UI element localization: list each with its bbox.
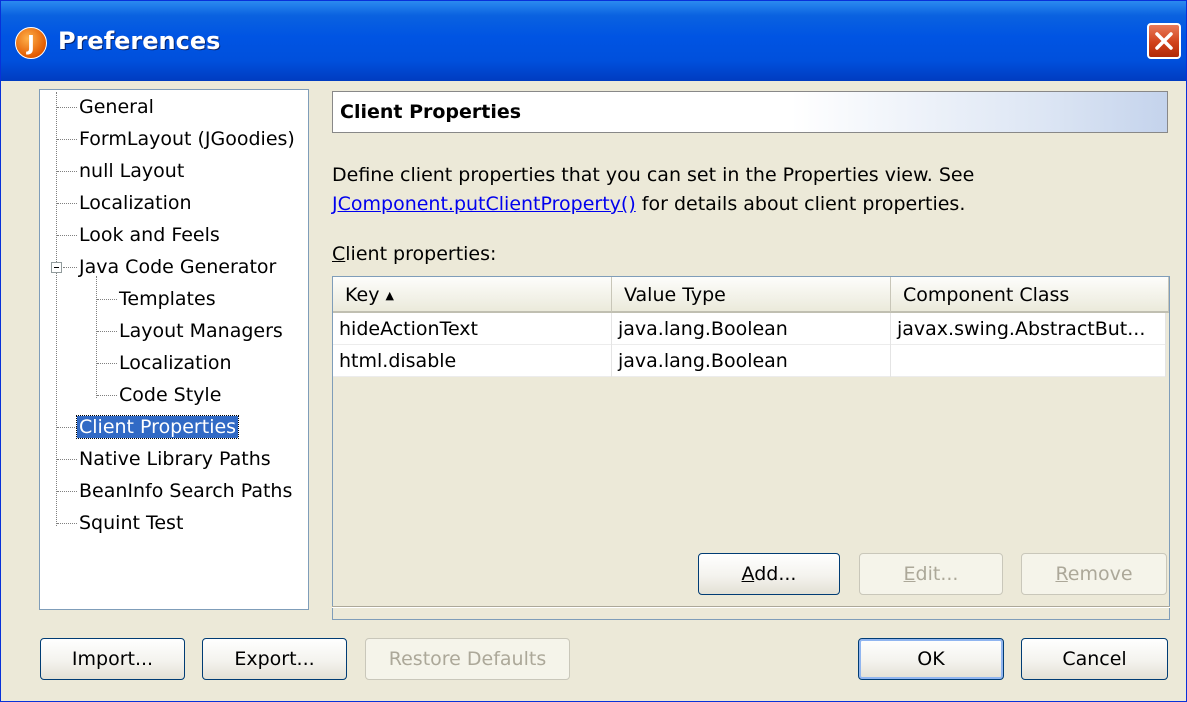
- tree-item-layout-managers[interactable]: Layout Managers: [117, 316, 285, 346]
- tree-item-java-code-generator[interactable]: Java Code Generator: [77, 252, 278, 282]
- button-label: dit...: [915, 563, 959, 585]
- tree-item-formlayout[interactable]: FormLayout (JGoodies): [77, 124, 297, 154]
- export-button[interactable]: Export...: [202, 638, 347, 680]
- tree-item-label: Client Properties: [75, 415, 240, 439]
- table-cell: javax.swing.AbstractBut...: [891, 313, 1166, 345]
- tree-item-label: BeanInfo Search Paths: [79, 480, 293, 502]
- tree-item-label: null Layout: [79, 160, 185, 182]
- tree-connector: [57, 459, 77, 460]
- table-cell: [891, 345, 1166, 377]
- mnemonic-char: A: [741, 563, 755, 585]
- column-header-value-type[interactable]: Value Type: [612, 277, 891, 313]
- tree-item-code-style[interactable]: Code Style: [117, 380, 223, 410]
- table-row[interactable]: html.disable java.lang.Boolean: [333, 345, 1166, 377]
- preferences-tree[interactable]: General FormLayout (JGoodies) null Layou…: [39, 89, 309, 610]
- tree-connector: [97, 299, 117, 300]
- tree-connector: [63, 267, 77, 268]
- tree-connector: [97, 363, 117, 364]
- panel-description: Define client properties that you can se…: [332, 161, 1172, 219]
- table-cell: html.disable: [333, 345, 612, 377]
- mnemonic-char: E: [903, 563, 916, 585]
- remove-button[interactable]: Remove: [1021, 553, 1167, 595]
- table-cell: java.lang.Boolean: [612, 345, 891, 377]
- mnemonic-char: C: [332, 243, 346, 265]
- window-title: Preferences: [58, 27, 221, 55]
- jcomponent-doc-link[interactable]: JComponent.putClientProperty(): [332, 193, 636, 215]
- tree-item-label: Layout Managers: [119, 320, 283, 342]
- tree-item-label: Templates: [119, 288, 216, 310]
- tree-connector: [57, 427, 77, 428]
- tree-item-general[interactable]: General: [77, 92, 156, 122]
- tree-connector: [57, 491, 77, 492]
- separator: [332, 606, 1170, 608]
- table-cell: java.lang.Boolean: [612, 313, 891, 345]
- close-button[interactable]: [1147, 23, 1181, 59]
- button-label: dd...: [754, 563, 797, 585]
- tree-connector: [57, 203, 77, 204]
- tree-item-look-and-feels[interactable]: Look and Feels: [77, 220, 222, 250]
- tree-item-null-layout[interactable]: null Layout: [77, 156, 186, 186]
- sort-ascending-icon: ▲: [385, 289, 394, 302]
- edit-button[interactable]: Edit...: [859, 553, 1003, 595]
- tree-item-label: Localization: [119, 352, 232, 374]
- restore-defaults-button[interactable]: Restore Defaults: [365, 638, 570, 680]
- label-text: lient properties:: [345, 243, 497, 265]
- column-header-label: Value Type: [624, 284, 726, 306]
- column-header-label: Key: [345, 284, 380, 306]
- title-bar[interactable]: J Preferences: [1, 1, 1186, 81]
- tree-item-beaninfo-search-paths[interactable]: BeanInfo Search Paths: [77, 476, 294, 506]
- tree-item-label: FormLayout (JGoodies): [79, 128, 295, 150]
- tree-item-label: Localization: [79, 192, 192, 214]
- tree-item-client-properties[interactable]: Client Properties: [75, 412, 240, 442]
- table-cell: hideActionText: [333, 313, 612, 345]
- collapse-toggle-icon[interactable]: [51, 262, 62, 273]
- ok-button[interactable]: OK: [858, 638, 1004, 680]
- cancel-button[interactable]: Cancel: [1021, 638, 1168, 680]
- tree-item-code-gen-localization[interactable]: Localization: [117, 348, 234, 378]
- tree-item-native-library-paths[interactable]: Native Library Paths: [77, 444, 273, 474]
- tree-item-squint-test[interactable]: Squint Test: [77, 508, 185, 538]
- panel-header: Client Properties: [332, 91, 1168, 133]
- column-header-label: Component Class: [903, 284, 1070, 306]
- tree-connector: [57, 107, 77, 108]
- import-button[interactable]: Import...: [40, 638, 185, 680]
- tree-item-label: Native Library Paths: [79, 448, 271, 470]
- app-logo-icon: J: [15, 27, 47, 59]
- button-label: emove: [1067, 563, 1133, 585]
- tree-item-label: Java Code Generator: [79, 256, 277, 278]
- tree-item-label: Code Style: [119, 384, 222, 406]
- mnemonic-char: R: [1055, 563, 1068, 585]
- tree-item-localization[interactable]: Localization: [77, 188, 194, 218]
- tree-connector: [56, 92, 57, 526]
- description-text: Define client properties that you can se…: [332, 164, 975, 186]
- tree-connector: [57, 235, 77, 236]
- tree-connector: [57, 171, 77, 172]
- tree-item-templates[interactable]: Templates: [117, 284, 218, 314]
- tree-connector: [97, 331, 117, 332]
- close-icon: [1155, 32, 1173, 50]
- client-properties-label: Client properties:: [332, 243, 496, 265]
- add-button[interactable]: Add...: [698, 553, 840, 595]
- column-header-key[interactable]: Key ▲: [333, 277, 612, 313]
- tree-connector: [57, 139, 77, 140]
- description-text: for details about client properties.: [635, 193, 966, 215]
- tree-item-label: Squint Test: [79, 512, 184, 534]
- panel-title: Client Properties: [340, 101, 522, 123]
- tree-connector: [96, 276, 97, 398]
- tree-connector: [97, 395, 117, 396]
- table-header: Key ▲ Value Type Component Class: [333, 277, 1169, 313]
- preferences-dialog: J Preferences General FormLayout (JGoodi…: [0, 0, 1187, 702]
- tree-item-label: General: [79, 96, 154, 118]
- tree-connector: [57, 523, 77, 524]
- table-row[interactable]: hideActionText java.lang.Boolean javax.s…: [333, 313, 1166, 345]
- column-header-component-class[interactable]: Component Class: [891, 277, 1169, 313]
- tree-item-label: Look and Feels: [79, 224, 220, 246]
- dialog-content: General FormLayout (JGoodies) null Layou…: [1, 81, 1186, 701]
